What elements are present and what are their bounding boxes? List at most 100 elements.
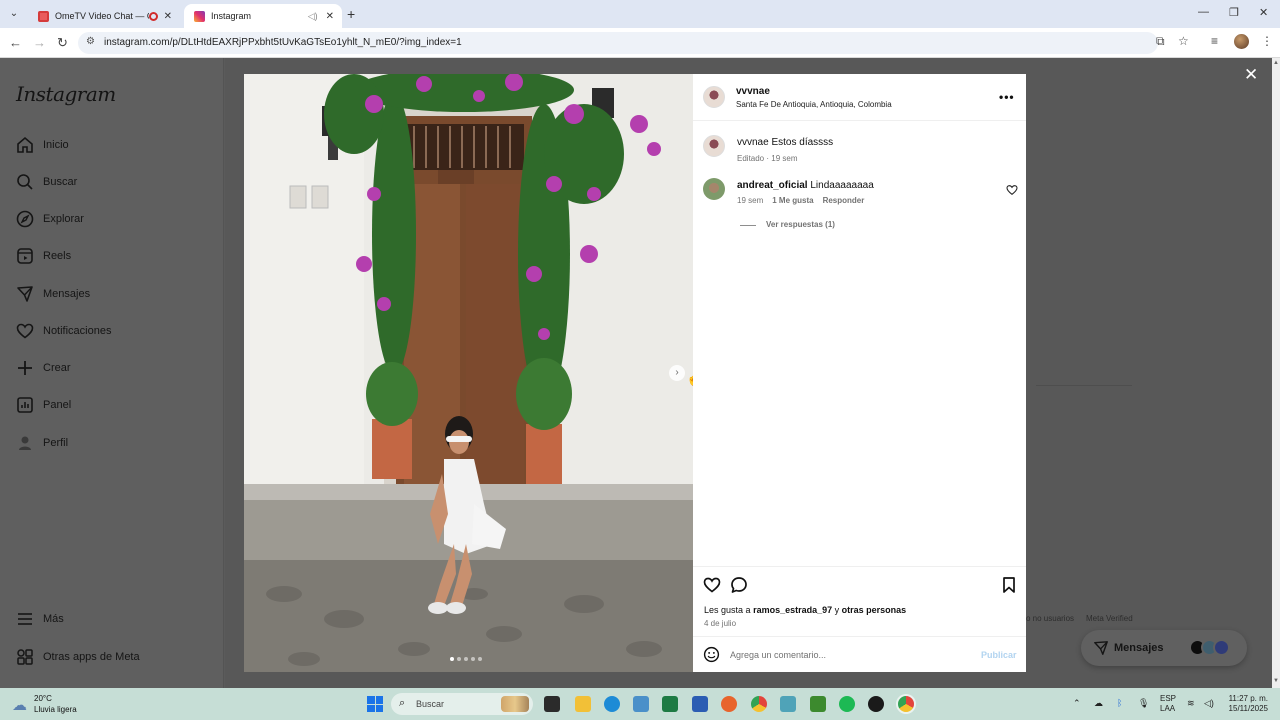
chart-icon: [17, 397, 33, 413]
divider: [693, 566, 1026, 567]
taskbar-search-placeholder: Buscar: [416, 699, 445, 709]
microphone-icon[interactable]: 🎙: [1138, 698, 1149, 709]
sidebar-item-otras-apps[interactable]: Otras apps de Meta: [16, 648, 140, 666]
close-modal-icon[interactable]: ✕: [1244, 66, 1258, 83]
input-language[interactable]: ESP LAA: [1160, 694, 1176, 714]
chrome-active-icon[interactable]: [898, 696, 914, 712]
sidebar-item-buscar[interactable]: Buscar: [16, 173, 77, 191]
sidebar-item-mas[interactable]: Más: [16, 610, 64, 628]
emoji-icon[interactable]: [703, 646, 720, 663]
restore-icon[interactable]: ❐: [1229, 6, 1239, 19]
address-bar[interactable]: ⚙ instagram.com/p/DLtHtdEAXRjPPxbht5tUvK…: [78, 32, 1158, 54]
spotify-icon[interactable]: [839, 696, 855, 712]
post-date: 4 de julio: [704, 619, 737, 628]
sidebar-item-panel[interactable]: Panel: [16, 396, 71, 414]
caption-avatar[interactable]: [703, 135, 725, 157]
tab-instagram[interactable]: Instagram ◁) ✕: [184, 4, 342, 28]
window-close-icon[interactable]: ✕: [1259, 6, 1268, 19]
back-icon[interactable]: ←: [9, 35, 22, 50]
sidebar-item-perfil[interactable]: Perfil: [16, 434, 68, 452]
author-username[interactable]: vvvnae: [736, 86, 770, 97]
photos-icon[interactable]: [633, 696, 649, 712]
sidebar-item-crear[interactable]: Crear: [16, 359, 71, 377]
sidebar-item-label: Reels: [43, 250, 72, 262]
caption-meta: Editado · 19 sem: [737, 154, 798, 163]
app-icon[interactable]: [868, 696, 884, 712]
scroll-down-icon[interactable]: ▼: [1273, 678, 1279, 684]
comment-bubble-icon[interactable]: [730, 576, 748, 594]
wifi-icon[interactable]: ≋: [1187, 698, 1195, 709]
weather-rain-icon[interactable]: ☁: [12, 696, 27, 714]
bluetooth-icon[interactable]: ᛒ: [1117, 698, 1122, 708]
task-view-icon[interactable]: [544, 696, 560, 712]
commenter-avatar[interactable]: [703, 178, 725, 200]
weather-temperature[interactable]: 20°C: [34, 694, 52, 703]
messages-pill[interactable]: Mensajes: [1081, 630, 1247, 666]
tab-close-icon[interactable]: ✕: [326, 11, 334, 22]
profile-avatar[interactable]: [1234, 34, 1249, 49]
bookmark-star-icon[interactable]: ☆: [1178, 34, 1189, 48]
tab-close-icon[interactable]: ✕: [164, 11, 172, 22]
reading-list-icon[interactable]: ≡: [1211, 34, 1218, 48]
comment-likes[interactable]: 1 Me gusta: [772, 196, 813, 205]
sidebar-item-mensajes[interactable]: Mensajes: [16, 285, 90, 303]
clock-date: 15/11/2025: [1228, 704, 1268, 713]
meta-apps-icon: [17, 649, 33, 665]
url-text[interactable]: instagram.com/p/DLtHtdEAXRjPPxbht5tUvKaG…: [104, 37, 462, 48]
profile-icon: [19, 436, 31, 450]
reels-icon: [17, 248, 33, 264]
comment-like-heart-icon[interactable]: [1006, 184, 1018, 196]
sidebar-item-explorar[interactable]: Explorar: [16, 210, 84, 228]
author-avatar[interactable]: [703, 86, 725, 108]
tab-ometv[interactable]: OmeTV Video Chat — Ome ✕: [28, 4, 180, 28]
caption-username[interactable]: vvvnae: [737, 137, 769, 148]
carousel-next-icon[interactable]: ›: [669, 365, 685, 381]
likes-others-link[interactable]: otras personas: [842, 605, 907, 615]
commenter-username[interactable]: andreat_oficial: [737, 180, 808, 191]
excel-icon[interactable]: [662, 696, 678, 712]
cloud-offline-icon[interactable]: ☁: [1094, 698, 1103, 709]
post-photo[interactable]: [244, 74, 693, 672]
like-heart-icon[interactable]: [703, 576, 721, 594]
site-info-icon[interactable]: ⚙: [86, 36, 95, 47]
likes-username[interactable]: ramos_estrada_97: [753, 605, 832, 615]
sidebar-item-label: Buscar: [43, 176, 78, 188]
volume-icon[interactable]: ◁): [1204, 698, 1214, 709]
browser-menu-icon[interactable]: ⋮: [1261, 34, 1273, 48]
view-replies-button[interactable]: Ver respuestas (1): [766, 220, 835, 229]
file-explorer-icon[interactable]: [575, 696, 591, 712]
reply-button[interactable]: Responder: [823, 196, 865, 205]
chrome-icon[interactable]: [751, 696, 767, 712]
comment-input[interactable]: Agrega un comentario...: [730, 650, 826, 660]
new-tab-icon[interactable]: +: [347, 6, 355, 22]
search-highlight-icon: [501, 696, 529, 712]
word-icon[interactable]: [692, 696, 708, 712]
publish-button[interactable]: Publicar: [981, 650, 1017, 660]
app-icon[interactable]: [780, 696, 796, 712]
mute-tab-icon[interactable]: ◁): [308, 11, 318, 22]
post-location[interactable]: Santa Fe De Antioquia, Antioquia, Colomb…: [736, 100, 892, 109]
windows-start-icon[interactable]: [367, 696, 383, 712]
taskbar-search[interactable]: ⌕ Buscar: [391, 693, 533, 715]
minecraft-icon[interactable]: [810, 696, 826, 712]
sidebar-item-reels[interactable]: Reels: [16, 247, 71, 265]
forward-icon[interactable]: →: [33, 35, 46, 50]
sidebar-item-inicio[interactable]: Inicio: [16, 136, 69, 154]
firefox-icon[interactable]: [721, 696, 737, 712]
tab-search-chevron-icon[interactable]: ⌄: [6, 6, 22, 22]
instagram-logo[interactable]: Instagram: [16, 82, 116, 106]
reload-icon[interactable]: ↻: [57, 35, 68, 51]
install-app-icon[interactable]: ⧉: [1156, 34, 1165, 49]
heart-icon: [16, 323, 34, 339]
weather-description[interactable]: Lluvia ligera: [34, 705, 77, 714]
sidebar-item-notificaciones[interactable]: Notificaciones: [16, 322, 111, 340]
scroll-up-icon[interactable]: ▲: [1273, 60, 1279, 66]
edge-icon[interactable]: [604, 696, 620, 712]
tray-overflow-icon[interactable]: ⌃: [1073, 698, 1081, 709]
taskbar-clock[interactable]: 11:27 p. m. 15/11/2025: [1222, 694, 1268, 714]
more-options-icon[interactable]: •••: [999, 90, 1015, 104]
save-bookmark-icon[interactable]: [1000, 576, 1018, 594]
minimize-icon[interactable]: —: [1198, 6, 1209, 18]
language-layout: LAA: [1160, 704, 1176, 713]
page-scrollbar[interactable]: [1272, 58, 1280, 688]
